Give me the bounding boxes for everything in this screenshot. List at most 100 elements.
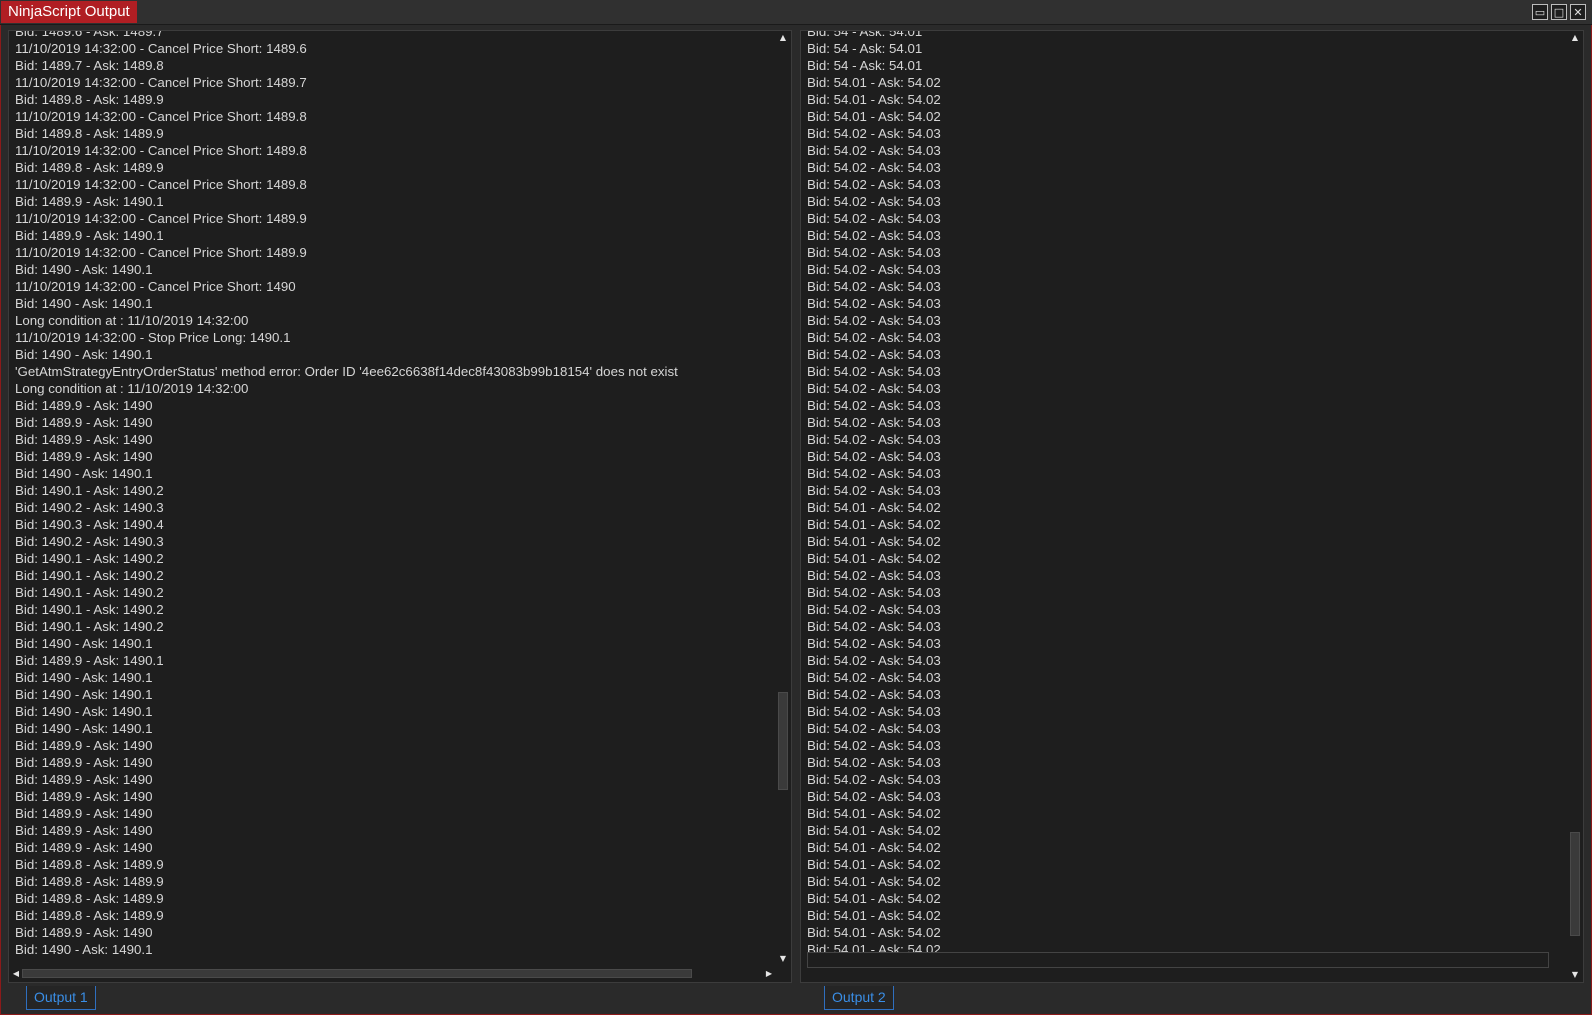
output-line: Bid: 54.01 - Ask: 54.02 — [807, 891, 941, 906]
output-line: 11/10/2019 14:32:00 - Cancel Price Short… — [15, 75, 307, 90]
output-line: Bid: 1489.9 - Ask: 1490 — [15, 738, 153, 753]
output-line: Bid: 54.02 - Ask: 54.03 — [807, 619, 941, 634]
output-line: Bid: 1489.9 - Ask: 1490 — [15, 449, 153, 464]
output-line: Bid: 1489.9 - Ask: 1490 — [15, 432, 153, 447]
output-line: Bid: 1489.8 - Ask: 1489.9 — [15, 92, 164, 107]
output-line: 11/10/2019 14:32:00 - Stop Price Long: 1… — [15, 330, 291, 345]
output-line: Bid: 54.02 - Ask: 54.03 — [807, 772, 941, 787]
output-line: Bid: 1490 - Ask: 1490.1 — [15, 704, 153, 719]
output-line: Bid: 54.02 - Ask: 54.03 — [807, 789, 941, 804]
output-line: Bid: 54.02 - Ask: 54.03 — [807, 296, 941, 311]
output-line: Bid: 1490.2 - Ask: 1490.3 — [15, 500, 164, 515]
output-line: Bid: 1490 - Ask: 1490.1 — [15, 262, 153, 277]
output-line: Bid: 54.02 - Ask: 54.03 — [807, 602, 941, 617]
output-line: Bid: 54.02 - Ask: 54.03 — [807, 585, 941, 600]
output-line: Bid: 1490.3 - Ask: 1490.4 — [15, 517, 164, 532]
output-line: Bid: 54.02 - Ask: 54.03 — [807, 415, 941, 430]
output-line: 11/10/2019 14:32:00 - Cancel Price Short… — [15, 245, 307, 260]
output-line: Bid: 54.02 - Ask: 54.03 — [807, 381, 941, 396]
output-line: Bid: 54.01 - Ask: 54.02 — [807, 823, 941, 838]
output-line: Bid: 54.02 - Ask: 54.03 — [807, 432, 941, 447]
output-line: Bid: 54.01 - Ask: 54.02 — [807, 925, 941, 940]
output-line: Bid: 54.02 - Ask: 54.03 — [807, 177, 941, 192]
output-line: Bid: 54.02 - Ask: 54.03 — [807, 687, 941, 702]
output-line: Bid: 1490 - Ask: 1490.1 — [15, 670, 153, 685]
output-line: Bid: 54.02 - Ask: 54.03 — [807, 160, 941, 175]
scroll-thumb[interactable] — [778, 692, 788, 790]
output-line: Bid: 1489.9 - Ask: 1490 — [15, 755, 153, 770]
output-line: Bid: 1490.1 - Ask: 1490.2 — [15, 483, 164, 498]
close-button[interactable]: ✕ — [1570, 4, 1586, 20]
output-1-vertical-scrollbar[interactable]: ▲ ▼ — [776, 32, 790, 965]
output-line: Bid: 54.01 - Ask: 54.02 — [807, 874, 941, 889]
scroll-up-arrow-icon[interactable]: ▲ — [776, 32, 790, 44]
output-line: Bid: 54.02 - Ask: 54.03 — [807, 721, 941, 736]
scroll-up-arrow-icon[interactable]: ▲ — [1568, 32, 1582, 44]
output-line: Bid: 54.02 - Ask: 54.03 — [807, 738, 941, 753]
output-line: Bid: 1489.9 - Ask: 1490 — [15, 823, 153, 838]
output-line: Bid: 1489.7 - Ask: 1489.8 — [15, 58, 164, 73]
tab-output-2[interactable]: Output 2 — [824, 986, 894, 1010]
output-line: Bid: 1489.9 - Ask: 1490 — [15, 415, 153, 430]
output-line: Bid: 54.02 - Ask: 54.03 — [807, 245, 941, 260]
output-line: Bid: 1490 - Ask: 1490.1 — [15, 466, 153, 481]
scroll-down-arrow-icon[interactable]: ▼ — [1568, 969, 1582, 981]
scroll-left-arrow-icon[interactable]: ◀ — [10, 966, 22, 981]
output-line: Bid: 54.02 - Ask: 54.03 — [807, 347, 941, 362]
output-line: Bid: 54.02 - Ask: 54.03 — [807, 398, 941, 413]
output-1-pane[interactable]: Bid: 1489.6 - Ask: 1489.7 11/10/2019 14:3… — [8, 30, 792, 983]
output-line: Bid: 54.01 - Ask: 54.02 — [807, 806, 941, 821]
output-2-input[interactable] — [807, 952, 1549, 968]
output-line: Bid: 54.01 - Ask: 54.02 — [807, 857, 941, 872]
output-line: Bid: 1490.2 - Ask: 1490.3 — [15, 534, 164, 549]
output-line: Bid: 54.02 - Ask: 54.03 — [807, 330, 941, 345]
output-line: Bid: 54.02 - Ask: 54.03 — [807, 228, 941, 243]
output-line: Bid: 1489.6 - Ask: 1489.7 — [15, 30, 164, 39]
output-line: Bid: 1489.8 - Ask: 1489.9 — [15, 857, 164, 872]
output-line: Bid: 54.01 - Ask: 54.02 — [807, 840, 941, 855]
output-1-horizontal-scrollbar[interactable]: ◀ ▶ — [10, 966, 775, 981]
output-2-text[interactable]: Bid: 54 - Ask: 54.01 Bid: 54 - Ask: 54.01… — [807, 30, 1563, 958]
window-controls: ▭ □ ✕ — [1532, 4, 1586, 20]
output-line: Bid: 1489.8 - Ask: 1489.9 — [15, 160, 164, 175]
output-line: Bid: 54.01 - Ask: 54.02 — [807, 500, 941, 515]
output-line: Bid: 54.02 - Ask: 54.03 — [807, 449, 941, 464]
output-line: Bid: 54 - Ask: 54.01 — [807, 30, 923, 39]
horizontal-scroll-thumb[interactable] — [22, 969, 692, 978]
output-line: 'GetAtmStrategyEntryOrderStatus' method … — [15, 364, 678, 379]
output-line: Bid: 1489.8 - Ask: 1489.9 — [15, 126, 164, 141]
output-2-pane[interactable]: Bid: 54 - Ask: 54.01 Bid: 54 - Ask: 54.01… — [800, 30, 1584, 983]
scroll-thumb[interactable] — [1570, 832, 1580, 936]
scroll-down-arrow-icon[interactable]: ▼ — [776, 953, 790, 965]
maximize-button[interactable]: □ — [1551, 4, 1567, 20]
output-line: Bid: 54.01 - Ask: 54.02 — [807, 908, 941, 923]
output-1-text[interactable]: Bid: 1489.6 - Ask: 1489.7 11/10/2019 14:3… — [15, 30, 771, 958]
output-line: Bid: 54.01 - Ask: 54.02 — [807, 534, 941, 549]
window-title: NinjaScript Output — [1, 1, 137, 23]
output-line: 11/10/2019 14:32:00 - Cancel Price Short… — [15, 211, 307, 226]
output-line: Bid: 54.02 - Ask: 54.03 — [807, 670, 941, 685]
output-line: 11/10/2019 14:32:00 - Cancel Price Short… — [15, 279, 296, 294]
output-line: Bid: 1489.9 - Ask: 1490 — [15, 772, 153, 787]
output-line: Bid: 1490 - Ask: 1490.1 — [15, 687, 153, 702]
output-line: Bid: 54.02 - Ask: 54.03 — [807, 755, 941, 770]
output-line: Bid: 1490.1 - Ask: 1490.2 — [15, 568, 164, 583]
minimize-button[interactable]: ▭ — [1532, 4, 1548, 20]
output-line: Bid: 1489.8 - Ask: 1489.9 — [15, 891, 164, 906]
output-2-vertical-scrollbar[interactable]: ▲ ▼ — [1568, 32, 1582, 981]
output-line: Bid: 1490 - Ask: 1490.1 — [15, 296, 153, 311]
output-line: Bid: 54.02 - Ask: 54.03 — [807, 466, 941, 481]
output-line: Bid: 1489.9 - Ask: 1490.1 — [15, 194, 164, 209]
output-line: Bid: 54.01 - Ask: 54.02 — [807, 109, 941, 124]
title-bar[interactable]: NinjaScript Output ▭ □ ✕ — [0, 0, 1592, 25]
output-line: Bid: 1489.9 - Ask: 1490 — [15, 789, 153, 804]
output-line: Bid: 54.02 - Ask: 54.03 — [807, 211, 941, 226]
tab-output-1[interactable]: Output 1 — [26, 986, 96, 1010]
scroll-right-arrow-icon[interactable]: ▶ — [763, 966, 775, 981]
output-line: Bid: 1489.9 - Ask: 1490 — [15, 398, 153, 413]
output-line: Bid: 54.02 - Ask: 54.03 — [807, 704, 941, 719]
output-line: Long condition at : 11/10/2019 14:32:00 — [15, 313, 249, 328]
output-line: Bid: 54.01 - Ask: 54.02 — [807, 92, 941, 107]
output-line: Bid: 54 - Ask: 54.01 — [807, 58, 923, 73]
output-line: Bid: 1490.1 - Ask: 1490.2 — [15, 585, 164, 600]
